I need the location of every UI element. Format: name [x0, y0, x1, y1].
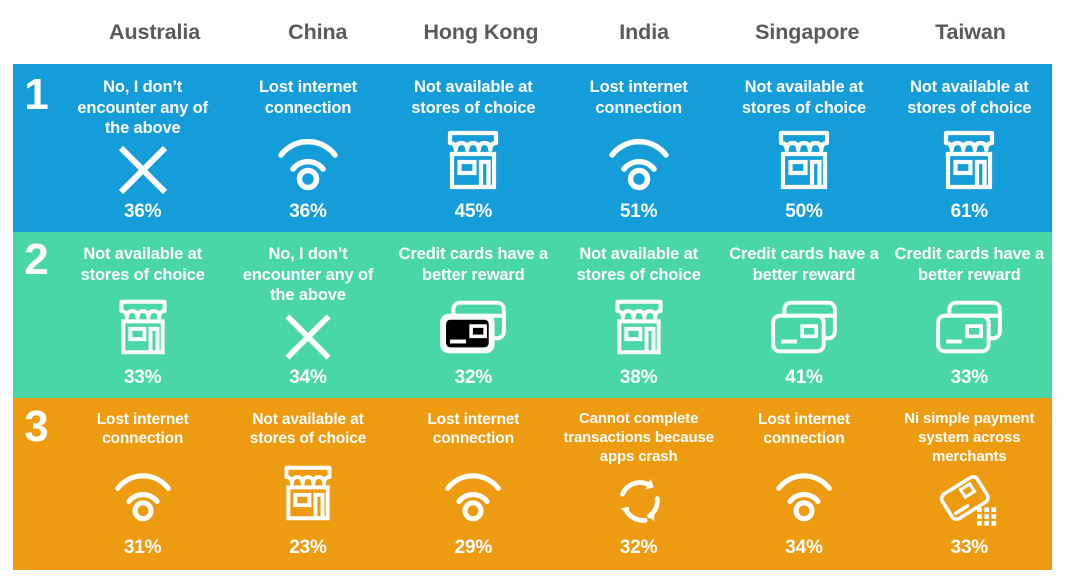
wifi-icon	[725, 449, 882, 538]
cell-value: 50%	[785, 201, 823, 222]
rank-number-3: 3	[24, 402, 49, 451]
cell-label: Credit cards have a better reward	[729, 245, 879, 284]
cell-label: Not available at stores of choice	[907, 78, 1032, 117]
cell-value: 34%	[785, 537, 823, 558]
cell-value: 33%	[123, 367, 162, 388]
cell-value: 31%	[123, 537, 162, 558]
cell-label: Credit cards have a better reward	[398, 245, 549, 284]
cell-label: Cannot complete transactions because app…	[563, 410, 714, 465]
cell-label: Lost internet connection	[758, 411, 850, 448]
cell-singapore-rank3: Lost internet connection 34%	[721, 398, 886, 570]
country-header-singapore: Singapore	[755, 19, 860, 44]
cell-singapore-rank1: Not available at stores of choice 50%	[721, 64, 886, 232]
contactless-card-icon	[891, 466, 1048, 538]
cell-label: Lost internet connection	[259, 78, 357, 117]
cell-taiwan-rank3: Ni simple payment system across merchant…	[887, 398, 1052, 570]
cell-value: 23%	[289, 537, 327, 558]
cell-india-rank3: Cannot complete transactions because app…	[556, 398, 721, 570]
rank-number-1: 1	[24, 70, 49, 119]
credit-cards-icon	[395, 285, 552, 368]
cell-value: 33%	[950, 537, 989, 558]
cell-label: Ni simple payment system across merchant…	[904, 410, 1035, 465]
cell-india-rank1: Lost internet connection 51%	[556, 64, 721, 232]
cell-value: 32%	[454, 367, 493, 388]
country-header-row: Australia China Hong Kong India Singapor…	[0, 0, 1066, 64]
wifi-icon	[395, 449, 552, 538]
cell-hong-kong-rank2: Credit cards have a better reward 32%	[391, 232, 556, 398]
country-header-china: China	[288, 19, 348, 44]
cell-value: 51%	[619, 201, 658, 222]
cell-china-rank2: No, I don’t encounter any of the above 3…	[225, 232, 390, 398]
rank-row-2: 2 Not available at stores of choice 33% …	[13, 232, 1052, 398]
cell-value: 32%	[619, 537, 658, 558]
cell-label: Lost internet connection	[427, 411, 520, 448]
cell-taiwan-rank1: Not available at stores of choice 61%	[887, 64, 1052, 232]
storefront-icon	[64, 285, 221, 368]
wifi-icon	[64, 449, 221, 538]
storefront-icon	[560, 285, 717, 368]
wifi-icon	[229, 118, 386, 202]
rank-row-1: 1 No, I don’t encounter any of the above…	[13, 64, 1052, 232]
rank-row-3-cells: Lost internet connection 31% Not availab…	[60, 398, 1052, 570]
cell-label: No, I don’t encounter any of the above	[77, 78, 208, 138]
ranked-barriers-infographic: Australia China Hong Kong India Singapor…	[0, 0, 1066, 582]
cell-value: 45%	[454, 201, 493, 222]
cell-label: Lost internet connection	[589, 78, 688, 117]
credit-cards-icon	[725, 285, 882, 368]
cell-singapore-rank2: Credit cards have a better reward 41%	[721, 232, 886, 398]
storefront-icon	[725, 118, 882, 202]
country-header-hong-kong: Hong Kong	[423, 19, 539, 44]
cell-china-rank1: Lost internet connection 36%	[225, 64, 390, 232]
storefront-icon	[891, 118, 1048, 202]
rank-number-2: 2	[24, 235, 49, 284]
cell-label: Not available at stores of choice	[741, 78, 867, 117]
cell-label: Lost internet connection	[96, 411, 189, 448]
cell-australia-rank1: No, I don’t encounter any of the above 3…	[60, 64, 225, 232]
storefront-icon	[395, 118, 552, 202]
cell-taiwan-rank2: Credit cards have a better reward 33%	[887, 232, 1052, 398]
cell-value: 33%	[950, 367, 989, 388]
rank-row-3: 3 Lost internet connection 31% Not avail…	[13, 398, 1052, 570]
cell-india-rank2: Not available at stores of choice 38%	[556, 232, 721, 398]
cell-hong-kong-rank3: Lost internet connection 29%	[391, 398, 556, 570]
cell-australia-rank3: Lost internet connection 31%	[60, 398, 225, 570]
country-header-australia: Australia	[109, 19, 201, 44]
country-header-india: India	[619, 19, 669, 44]
rank-row-2-cells: Not available at stores of choice 33% No…	[60, 232, 1052, 398]
cell-china-rank3: Not available at stores of choice 23%	[225, 398, 390, 570]
storefront-icon	[229, 449, 386, 538]
cell-label: Not available at stores of choice	[249, 411, 367, 448]
cell-value: 36%	[289, 201, 327, 222]
cell-hong-kong-rank1: Not available at stores of choice 45%	[391, 64, 556, 232]
cell-value: 34%	[289, 367, 327, 388]
rank-row-1-cells: No, I don’t encounter any of the above 3…	[60, 64, 1052, 232]
cell-value: 38%	[619, 367, 658, 388]
cell-label: No, I don’t encounter any of the above	[242, 245, 374, 305]
cross-icon	[229, 306, 386, 368]
cell-australia-rank2: Not available at stores of choice 33%	[60, 232, 225, 398]
refresh-cycle-icon	[560, 466, 717, 538]
cell-label: Not available at stores of choice	[411, 78, 536, 117]
cell-label: Not available at stores of choice	[576, 245, 701, 284]
cell-value: 29%	[454, 537, 493, 558]
cell-value: 41%	[785, 367, 823, 388]
cell-label: Not available at stores of choice	[80, 245, 205, 284]
cell-value: 61%	[950, 201, 989, 222]
cell-value: 36%	[123, 201, 162, 222]
country-header-taiwan: Taiwan	[935, 19, 1006, 44]
cross-icon	[64, 139, 221, 202]
cell-label: Credit cards have a better reward	[894, 245, 1045, 284]
wifi-icon	[560, 118, 717, 202]
credit-cards-icon	[891, 285, 1048, 368]
